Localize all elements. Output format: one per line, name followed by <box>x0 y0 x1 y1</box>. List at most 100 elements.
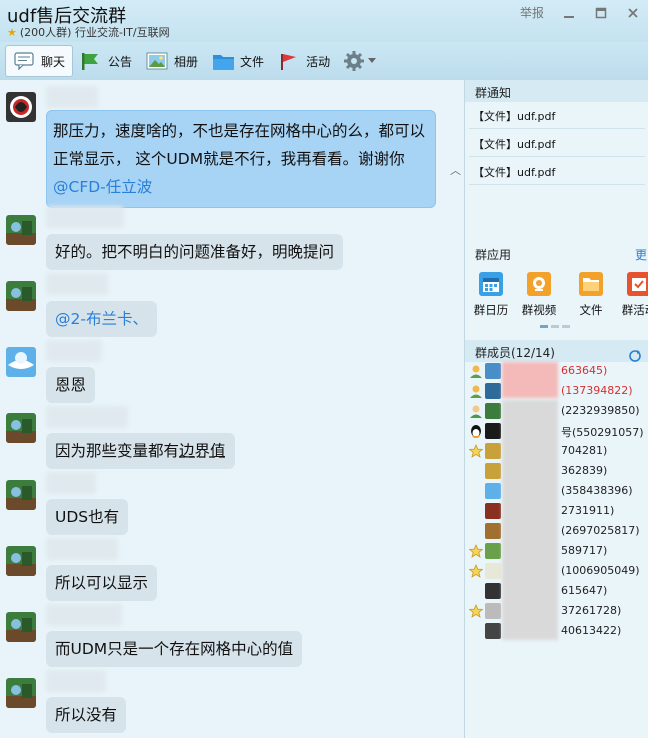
pager-dot[interactable] <box>540 325 548 328</box>
avatar[interactable] <box>6 215 36 245</box>
admin-icon <box>469 404 483 418</box>
avatar <box>485 583 501 599</box>
app-video[interactable]: 群视频 <box>517 272 561 318</box>
admin-icon <box>469 384 483 398</box>
maximize-icon[interactable] <box>594 6 608 20</box>
star-icon <box>468 563 484 578</box>
divider <box>469 184 645 185</box>
admin-icon <box>469 364 483 378</box>
notice-file-item[interactable]: 【文件】udf.pdf <box>473 108 555 124</box>
message-text: 因为那些变量都有 <box>55 442 180 460</box>
notice-header: 群通知 <box>465 80 648 102</box>
member-id: 2731911) <box>561 504 615 517</box>
app-label: 群活动 <box>621 303 648 317</box>
apps-pager[interactable] <box>540 325 570 328</box>
avatar[interactable] <box>6 612 36 642</box>
avatar <box>485 423 501 439</box>
member-id: (2697025817) <box>561 524 640 537</box>
video-icon <box>527 272 551 296</box>
tab-chat[interactable]: 聊天 <box>5 45 74 77</box>
avatar <box>485 503 501 519</box>
member-id: 663645) <box>561 364 608 377</box>
tab-label: 相册 <box>174 54 199 69</box>
avatar[interactable] <box>6 480 36 510</box>
app-files[interactable]: 文件 <box>569 272 613 318</box>
tab-label: 活动 <box>306 54 331 69</box>
members-header: 群成员(12/14) <box>465 340 648 362</box>
star-icon <box>468 543 484 558</box>
apps-header-label: 群应用 <box>475 248 512 262</box>
activity-icon <box>627 272 648 296</box>
tab-label: 聊天 <box>41 54 66 69</box>
pager-dot[interactable] <box>562 325 570 328</box>
avatar[interactable] <box>6 347 36 377</box>
settings-menu[interactable] <box>337 50 382 72</box>
tab-album[interactable]: 相册 <box>139 45 205 77</box>
nickname-blurred <box>46 472 96 494</box>
underlined-keyword[interactable]: 边界值 <box>179 442 226 460</box>
mention-link[interactable]: @CFD-任立波 <box>53 178 152 196</box>
divider <box>469 128 645 129</box>
nickname-blurred <box>46 406 128 428</box>
report-link[interactable]: 举报 <box>520 4 544 21</box>
nickname-blurred <box>46 670 106 692</box>
apps-header: 群应用 更 <box>465 242 648 264</box>
message-text: 而UDM只是一个存在网格中心的值 <box>55 640 294 658</box>
group-category: (200人群) 行业交流-IT/互联网 <box>19 26 170 39</box>
avatar <box>485 623 501 639</box>
members-header-label: 群成员(12/14) <box>475 346 555 360</box>
avatar[interactable] <box>6 92 36 122</box>
avatar <box>485 363 501 379</box>
folder-icon <box>212 51 235 71</box>
avatar <box>485 383 501 399</box>
message-text: 恩恩 <box>55 376 87 394</box>
group-subtitle: ★ (200人群) 行业交流-IT/互联网 <box>7 24 170 40</box>
close-icon[interactable] <box>626 6 640 20</box>
group-toolbar: 聊天 公告 相册 文件 活动 <box>0 42 648 80</box>
tab-files[interactable]: 文件 <box>205 45 271 77</box>
mention-link[interactable]: @2-布兰卡、 <box>55 310 148 328</box>
avatar <box>485 543 501 559</box>
app-activity[interactable]: 群活动 <box>617 272 648 318</box>
window-controls: 举报 <box>520 4 640 21</box>
app-label: 群日历 <box>473 303 509 317</box>
app-label: 文件 <box>579 303 603 317</box>
flag-icon <box>80 51 102 71</box>
star-icon <box>468 443 484 458</box>
collapse-arrow-icon[interactable]: ︿ <box>450 162 461 178</box>
message-text: 所以没有 <box>55 706 118 724</box>
nickname-blurred <box>46 206 124 228</box>
avatar[interactable] <box>6 281 36 311</box>
member-name-blurred <box>502 362 558 398</box>
calendar-icon <box>479 272 503 296</box>
avatar <box>485 443 501 459</box>
member-id: (137394822) <box>561 384 633 397</box>
app-calendar[interactable]: 群日历 <box>469 272 513 318</box>
gear-icon <box>344 51 365 71</box>
apps-more-link[interactable]: 更 <box>635 246 647 263</box>
avatar <box>485 523 501 539</box>
message-bubble: 所以可以显示 <box>46 565 158 601</box>
message-bubble: @2-布兰卡、 <box>46 301 157 337</box>
tab-activity[interactable]: 活动 <box>271 45 337 77</box>
photo-icon <box>146 51 168 71</box>
message-text: UDS也有 <box>55 508 120 526</box>
message-bubble: 那压力，速度啥的，不也是存在网格中心的么，都可以正常显示， 这个UDM就是不行，… <box>46 110 436 208</box>
minimize-icon[interactable] <box>562 6 576 20</box>
chat-message-list[interactable]: ︿ 那压力，速度啥的，不也是存在网格中心的么，都可以正常显示， 这个UDM就是不… <box>0 80 464 738</box>
tab-label: 文件 <box>240 54 265 69</box>
notice-file-item[interactable]: 【文件】udf.pdf <box>473 136 555 152</box>
chat-icon <box>13 51 35 71</box>
member-id: 615647) <box>561 584 608 597</box>
tab-announcement[interactable]: 公告 <box>73 45 139 77</box>
avatar[interactable] <box>6 413 36 443</box>
member-id: 40613422) <box>561 624 622 637</box>
message-bubble: 好的。把不明白的问题准备好，明晚提问 <box>46 234 344 270</box>
message-bubble: 恩恩 <box>46 367 96 403</box>
avatar[interactable] <box>6 546 36 576</box>
member-name-blurred <box>502 400 558 640</box>
member-id: 589717) <box>561 544 608 557</box>
notice-file-item[interactable]: 【文件】udf.pdf <box>473 164 555 180</box>
pager-dot[interactable] <box>551 325 559 328</box>
avatar[interactable] <box>6 678 36 708</box>
